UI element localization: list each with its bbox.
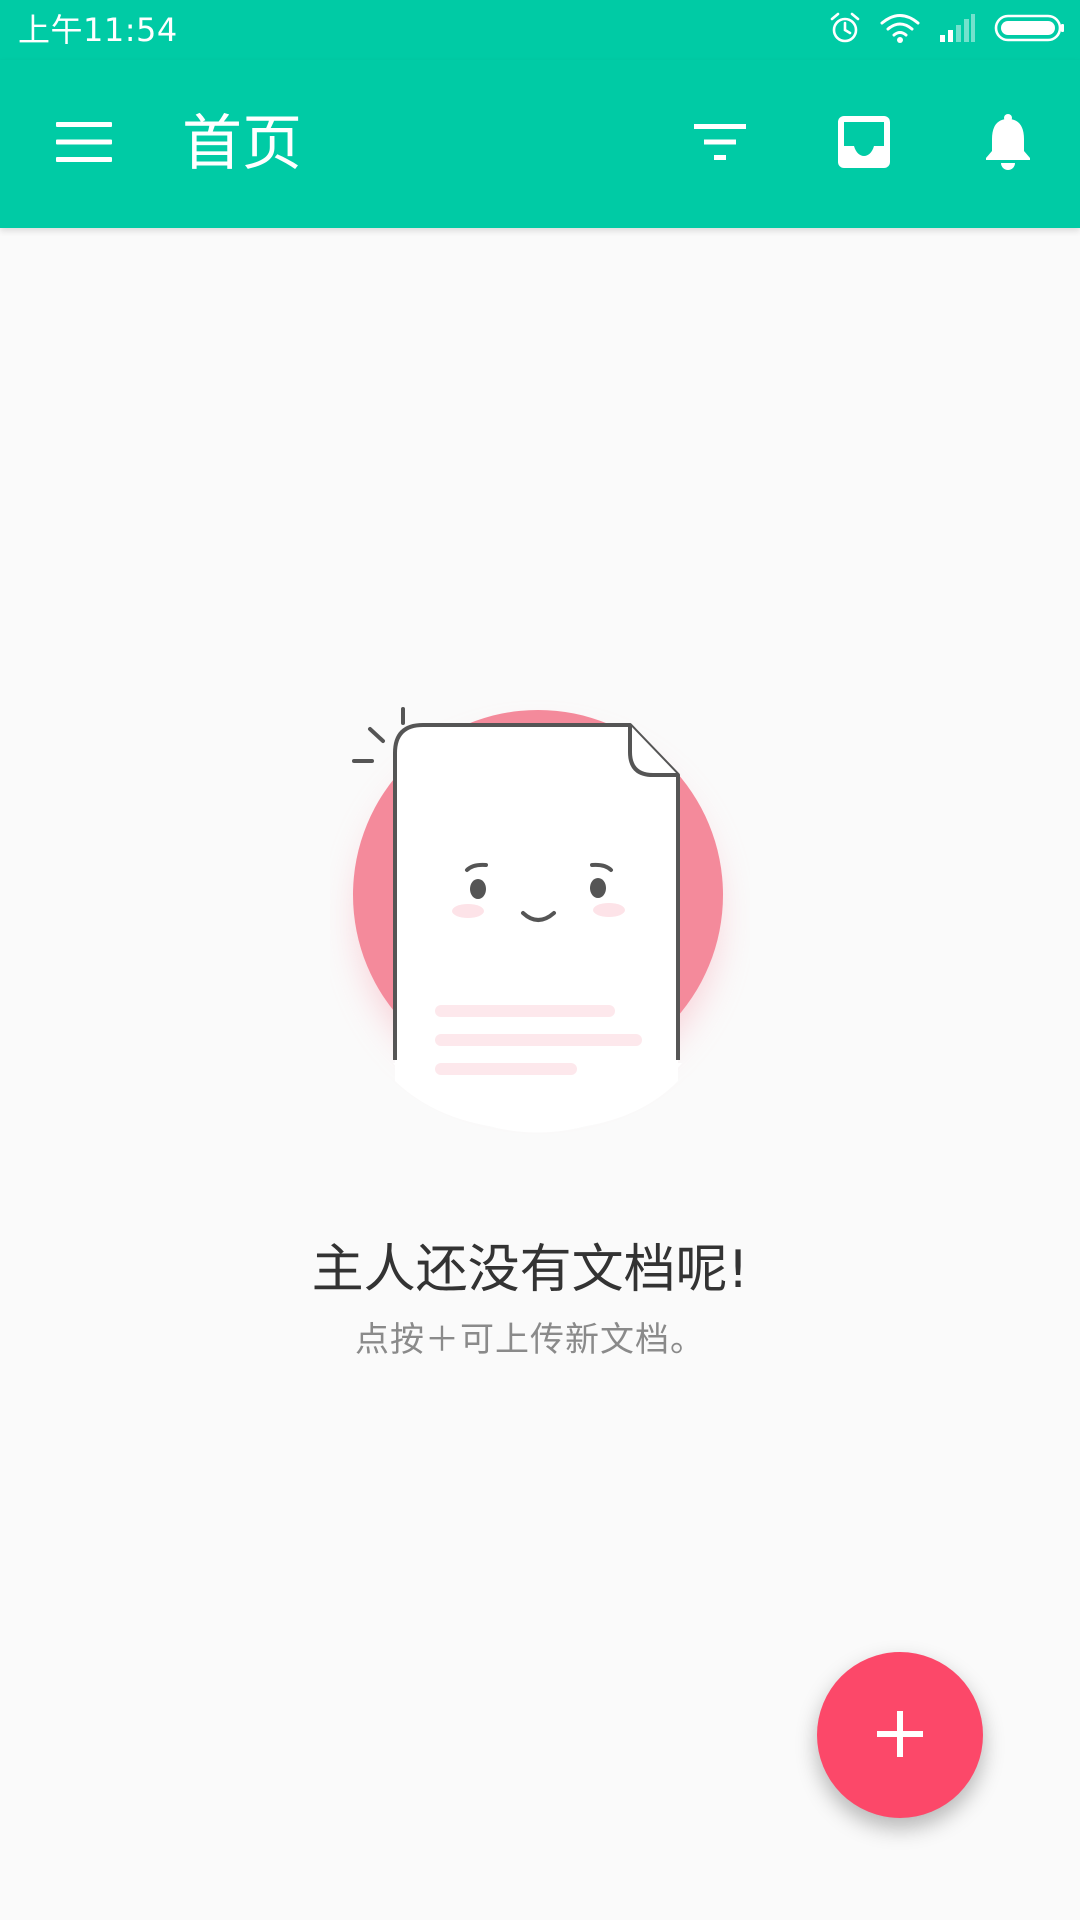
signal-icon (938, 13, 976, 47)
add-document-button[interactable] (817, 1652, 983, 1818)
filter-button[interactable] (680, 104, 760, 184)
plus-icon (875, 1709, 925, 1762)
status-time: 上午11:54 (18, 11, 178, 49)
filter-icon (692, 120, 748, 168)
empty-state-title: 主人还没有文档呢! (311, 1240, 749, 1300)
alarm-icon (828, 11, 862, 49)
notifications-button[interactable] (968, 104, 1048, 184)
wifi-icon (880, 12, 920, 48)
inbox-icon (836, 114, 892, 174)
menu-icon (54, 120, 114, 168)
empty-document-illustration (330, 475, 750, 1155)
empty-state-hint: 点按＋可上传新文档。 (355, 1320, 705, 1360)
bell-icon (984, 113, 1032, 175)
inbox-button[interactable] (824, 104, 904, 184)
status-icons (828, 12, 1066, 48)
page-title: 首页 (182, 109, 302, 179)
battery-icon (994, 13, 1066, 47)
app-toolbar: 首页 (0, 60, 1080, 228)
menu-button[interactable] (44, 104, 124, 184)
status-bar: 上午11:54 (0, 0, 1080, 60)
